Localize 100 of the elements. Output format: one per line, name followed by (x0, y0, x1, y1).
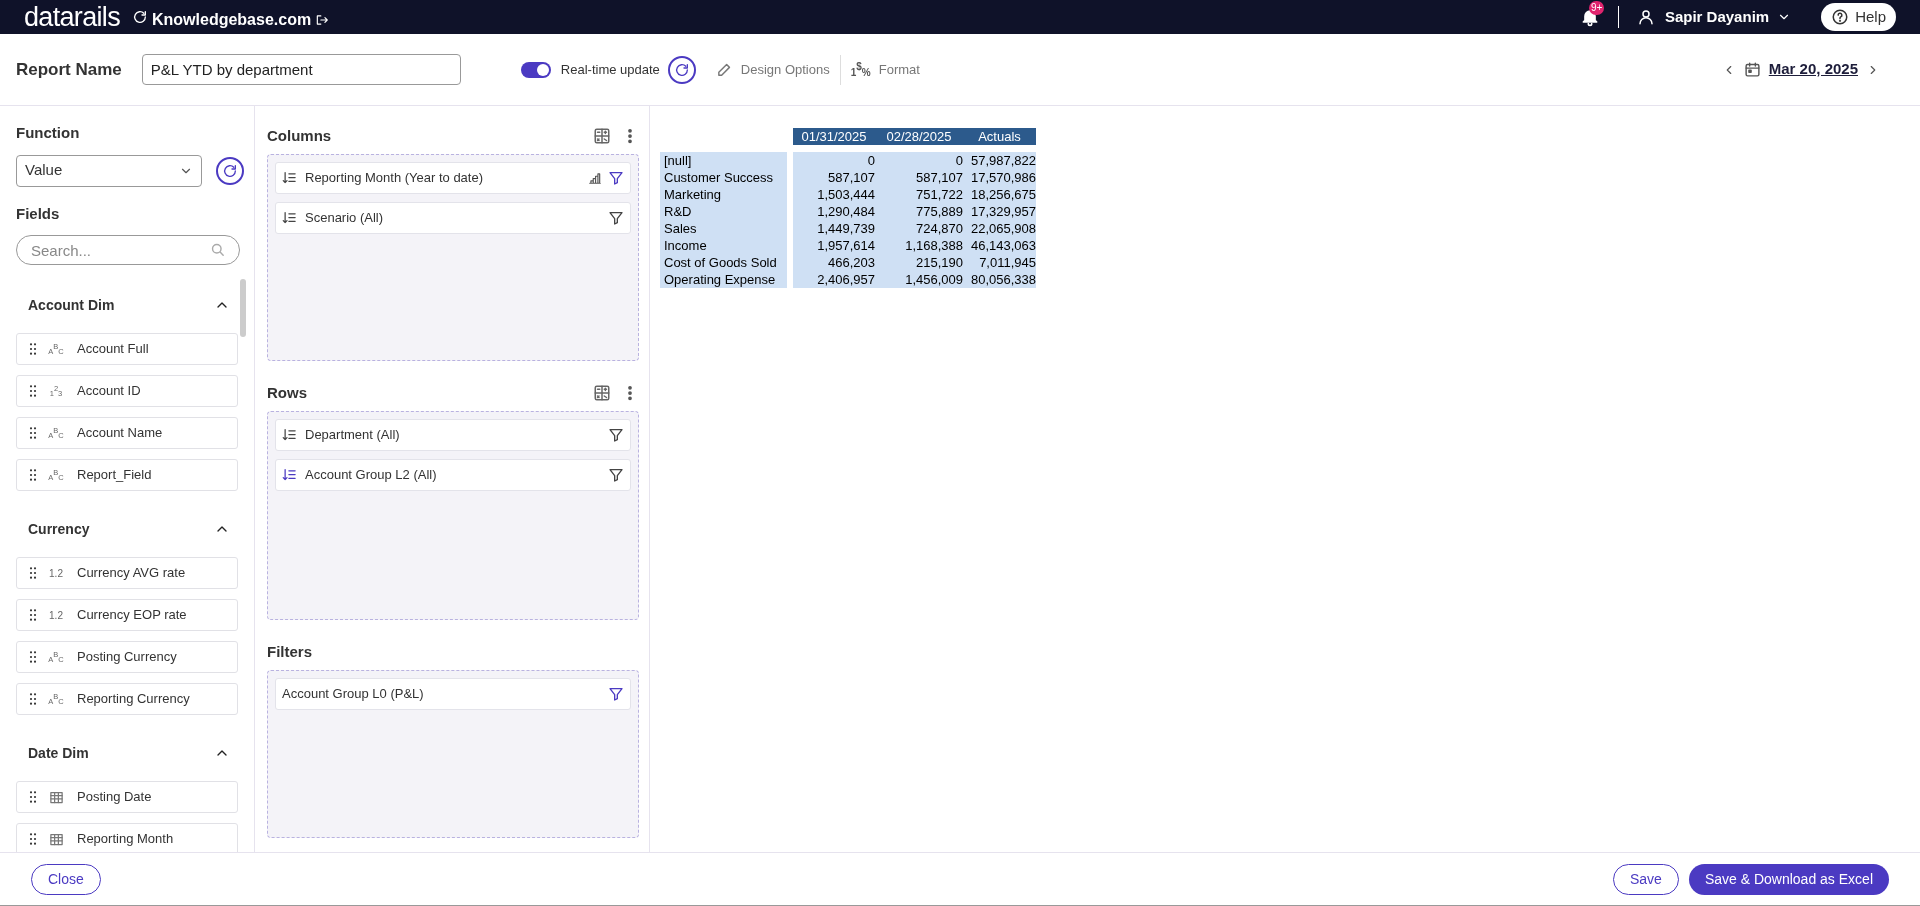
group-title: Date Dim (28, 743, 89, 763)
help-icon (1831, 8, 1850, 26)
field-name: Posting Date (77, 788, 152, 807)
logout-icon[interactable] (315, 13, 330, 27)
field-label: Report Name (16, 58, 122, 81)
table-cell-text: 17,570,986 (969, 169, 1036, 186)
type-glyph: 1.2 (48, 566, 64, 581)
field-name: Account Name (77, 424, 163, 443)
table-cell-text: 587,107 (915, 169, 963, 186)
row-label: Cost of Goods Sold (664, 254, 778, 271)
filter-icon[interactable] (608, 426, 624, 443)
filter-icon[interactable] (608, 685, 624, 702)
row-label: Customer Success (664, 169, 775, 186)
field-pill[interactable]: Scenario (All) (275, 201, 631, 234)
filter-icon[interactable] (608, 169, 624, 186)
user-menu[interactable]: Sapir Dayanim (1664, 5, 1792, 29)
table-cell-text: 18,256,675 (969, 186, 1036, 203)
table-cell-text: 1,290,484 (816, 203, 875, 220)
table-cell-text: 1,957,614 (816, 237, 875, 254)
field-name: Reporting Currency (77, 690, 190, 709)
field-name: Account ID (77, 382, 141, 401)
table-cell-text: 7,011,945 (978, 254, 1036, 271)
design-options-button[interactable]: Design Options (715, 54, 841, 85)
sort-list-icon[interactable] (282, 427, 297, 443)
workspace-name[interactable]: Knowledgebase.com (152, 8, 312, 32)
toggle-switch[interactable] (520, 61, 551, 78)
pill-label: Reporting Month (Year to date) (305, 168, 484, 187)
calendar-grid-icon (48, 789, 64, 805)
field-item[interactable]: 1.2 Currency AVG rate (16, 557, 238, 589)
table-cell-text: 2,406,957 (816, 271, 875, 288)
format-button[interactable]: 1$% Format (840, 59, 920, 80)
table-cell-text: 22,065,908 (969, 220, 1036, 237)
table-cell-text: 466,203 (827, 254, 875, 271)
table-cell-text: 57,987,822 (969, 152, 1036, 169)
table-cell-text: 1,449,739 (816, 220, 875, 237)
pill-label: Scenario (All) (305, 208, 385, 227)
section-label: Fields (16, 203, 61, 224)
table-cell-text: 587,107 (827, 169, 875, 186)
table-cell-text: 1,503,444 (816, 186, 875, 203)
group-title: Account Dim (28, 295, 115, 315)
type-glyph: 1.2 (48, 608, 64, 623)
row-label: [null] (664, 152, 693, 169)
field-item[interactable]: Reporting Month (16, 823, 238, 852)
table-cell-text: 775,889 (915, 203, 963, 220)
table-cell-text: 0 (954, 152, 963, 169)
function-dropdown[interactable]: Value (16, 154, 202, 187)
filter-icon[interactable] (608, 209, 624, 226)
refresh-icon (673, 61, 690, 78)
row-label: R&D (664, 203, 693, 220)
row-label: Income (664, 237, 708, 254)
refresh-button[interactable] (667, 55, 696, 84)
table-cell-text: 215,190 (915, 254, 963, 271)
sort-list-icon[interactable] (282, 210, 297, 226)
table-cell-text: 751,722 (915, 186, 963, 203)
group-title: Currency (28, 519, 90, 539)
field-name: Reporting Month (77, 830, 174, 849)
pill-label: Department (All) (305, 426, 401, 444)
save-download-button[interactable]: Save & Download as Excel (1688, 863, 1889, 895)
pencil-icon (715, 61, 733, 78)
column-header: 02/28/2025 (885, 128, 953, 145)
layout-grid-icon[interactable] (593, 383, 611, 402)
field-item[interactable]: Posting Date (16, 781, 238, 813)
refresh-icon[interactable] (132, 9, 148, 25)
field-pill[interactable]: Department (All) (275, 418, 631, 451)
refresh-icon (222, 162, 238, 179)
calendar-icon[interactable] (1743, 61, 1761, 78)
user-icon (1636, 8, 1655, 26)
section-label: Columns (267, 125, 332, 146)
table-cell-text: 46,143,063 (969, 237, 1036, 254)
field-pill[interactable]: Account Group L2 (All) (275, 458, 631, 491)
notification-badge: 9+ (1588, 1, 1605, 15)
date-link[interactable]: Mar 20, 2025 (1768, 58, 1858, 81)
table-cell-text: 1,456,009 (904, 271, 963, 288)
logo[interactable]: datarails (24, 3, 120, 31)
search-field[interactable]: Search... (16, 235, 240, 265)
field-item[interactable]: 1.2 Currency EOP rate (16, 599, 238, 631)
toggle-label: Real-time update (560, 60, 660, 79)
column-header: Actuals (977, 128, 1022, 145)
row-label: Sales (664, 220, 698, 237)
table-cell-text: 1,168,388 (904, 237, 963, 254)
report-name-field[interactable]: P&L YTD by department (141, 54, 461, 85)
help-button[interactable]: Help (1821, 3, 1896, 31)
section-label: Rows (267, 382, 307, 403)
search-icon (209, 241, 226, 258)
scrollbar-thumb[interactable] (240, 279, 246, 337)
pill-label: Account Group L2 (All) (305, 466, 438, 484)
table-cell-text: 80,056,338 (969, 271, 1036, 288)
field-pill[interactable]: Account Group L0 (P&L) (275, 677, 631, 710)
section-label: Function (16, 123, 81, 143)
sort-list-icon[interactable] (282, 170, 297, 186)
table-cell-text: 17,329,957 (969, 203, 1036, 220)
layout-grid-icon[interactable] (593, 126, 611, 145)
bar-chart-icon[interactable] (588, 170, 602, 185)
field-name: Account Full (77, 340, 149, 359)
field-name: Posting Currency (77, 648, 177, 667)
filter-icon[interactable] (608, 466, 624, 483)
column-header: 01/31/2025 (800, 128, 868, 145)
field-pill[interactable]: Reporting Month (Year to date) (275, 161, 631, 194)
sort-list-icon[interactable] (282, 467, 297, 483)
refresh-button[interactable] (216, 156, 244, 185)
